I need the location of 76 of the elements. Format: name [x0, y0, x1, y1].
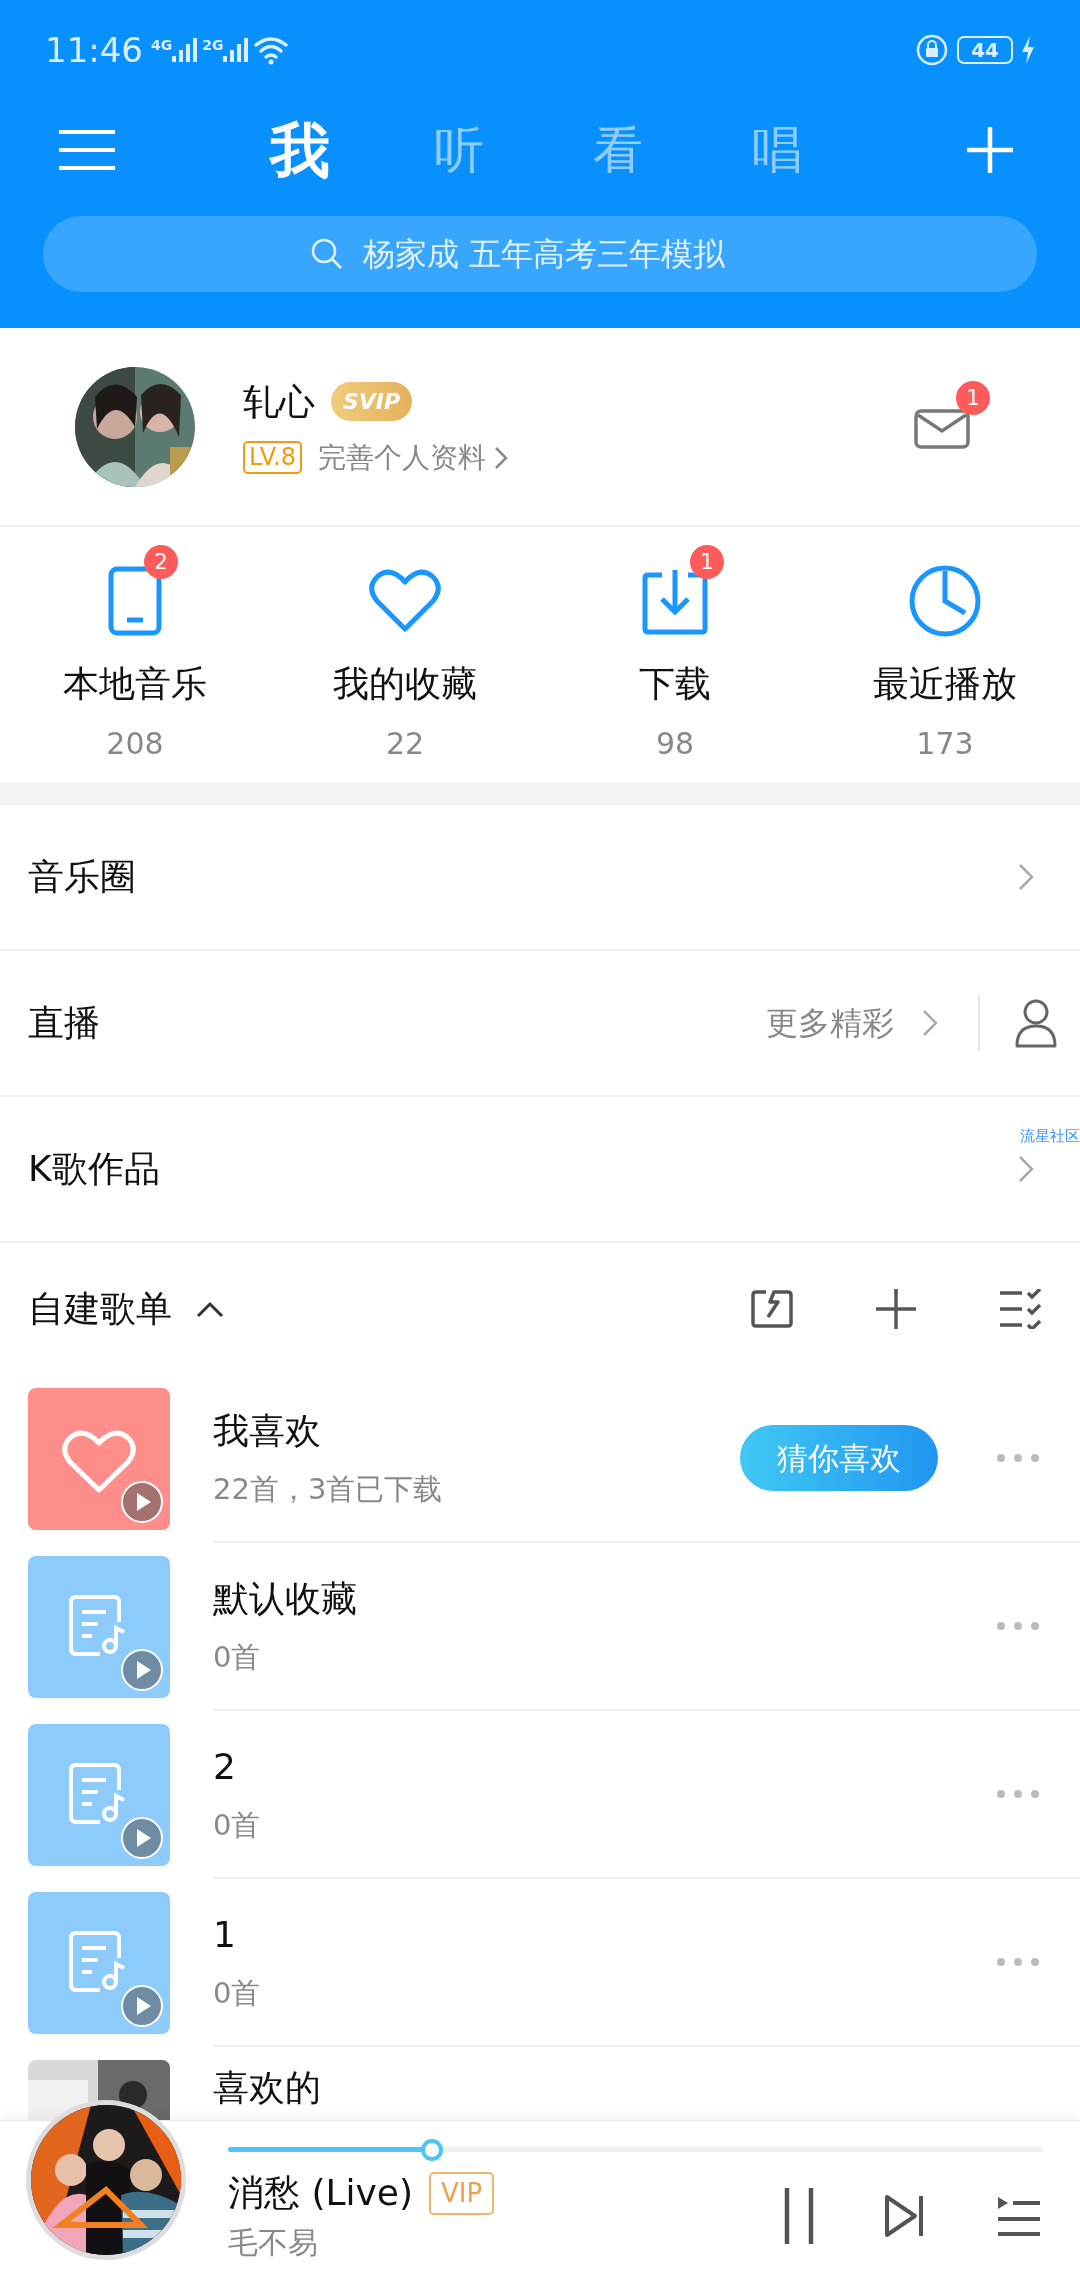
progress-thumb[interactable] [420, 2139, 443, 2161]
menu-row[interactable]: 音乐圈 [0, 805, 1080, 951]
download-icon [642, 567, 708, 635]
user-name: 轧心 [243, 379, 315, 424]
network-type: 4G [151, 38, 173, 52]
chevron-right-icon [1018, 1155, 1034, 1183]
artist-name: 毛不易 [228, 2224, 319, 2262]
caret-icon[interactable] [196, 1300, 224, 1318]
clock-icon [909, 565, 981, 637]
manage-list-icon[interactable] [998, 1289, 1042, 1329]
notification-badge: 1 [956, 380, 990, 415]
next-icon[interactable] [884, 2193, 926, 2238]
shortcut-count: 22 [385, 725, 425, 763]
shortcut-label: 最近播放 [873, 662, 1017, 706]
more-link[interactable]: 更多精彩 [766, 999, 894, 1047]
network-type: 2G [202, 38, 224, 52]
import-icon[interactable] [750, 1289, 794, 1329]
battery-level: 44 [957, 36, 1013, 64]
signal-icon [223, 38, 250, 62]
playlist-subtitle: 0首 [213, 1807, 261, 1845]
status-time: 11:46 [45, 28, 143, 72]
svip-badge: SVIP [331, 382, 413, 421]
play-icon[interactable] [120, 1816, 164, 1860]
search-icon [310, 237, 344, 271]
play-icon[interactable] [120, 1480, 164, 1524]
music-note-icon [68, 1762, 128, 1826]
music-note-icon [68, 1594, 128, 1658]
pause-icon[interactable] [784, 2185, 814, 2246]
rotation-lock-icon [915, 33, 950, 67]
playlist-icon[interactable] [996, 2194, 1040, 2237]
shortcut-count: 173 [916, 725, 974, 763]
shortcut-tile[interactable]: 我的收藏 22 [270, 527, 540, 783]
chevron-right-icon [922, 1009, 938, 1037]
playlist-title: 喜欢的 [213, 2066, 321, 2110]
row-label: 直播 [28, 1001, 100, 1045]
person-icon[interactable] [1014, 998, 1058, 1048]
music-note-icon [68, 1930, 128, 1994]
shortcut-label: 下载 [639, 662, 711, 706]
notification-badge: 1 [690, 545, 724, 579]
playlist-title: 2 [213, 1745, 237, 1790]
edit-profile-link[interactable]: 完善个人资料 [317, 436, 508, 479]
community-tag: 流星社区 [1020, 1125, 1080, 1148]
vip-badge: VIP [429, 2171, 495, 2215]
playlist-subtitle: 22首，3首已下载 [213, 1471, 443, 1509]
heart-icon [61, 1430, 137, 1494]
shortcut-tile[interactable]: 1 下载 98 [540, 527, 810, 783]
wifi-icon [253, 35, 290, 65]
chevron-right-icon [493, 445, 508, 470]
add-icon[interactable] [874, 1287, 918, 1331]
menu-row[interactable]: K歌作品 流星社区 [0, 1097, 1080, 1243]
play-icon[interactable] [120, 1648, 164, 1692]
heart-icon [368, 569, 442, 633]
playlist-subtitle: 0首 [213, 1639, 262, 1677]
level-badge: LV.8 [243, 441, 302, 474]
menu-row[interactable]: 直播 更多精彩 [0, 951, 1080, 1097]
song-title: 消愁 (Live) [228, 2171, 414, 2215]
section-title: 自建歌单 [28, 1287, 172, 1331]
shortcut-tile[interactable]: 2 本地音乐 208 [0, 527, 270, 783]
playlist-subtitle: 0首 [213, 1975, 261, 2013]
row-label: K歌作品 [28, 1147, 160, 1191]
playlist-title: 默认收藏 [213, 1577, 357, 1622]
add-icon[interactable] [965, 125, 1015, 175]
shortcut-label: 我的收藏 [333, 662, 477, 706]
charging-icon [1021, 36, 1035, 64]
chevron-right-icon [1018, 863, 1034, 891]
playlist-title: 我喜欢 [213, 1409, 322, 1454]
playlist-title: 1 [213, 1913, 237, 1958]
menu-icon[interactable] [57, 128, 117, 172]
shortcut-count: 98 [655, 725, 695, 763]
shortcut-count: 208 [106, 725, 164, 763]
shortcut-label: 本地音乐 [63, 662, 207, 706]
row-label: 音乐圈 [28, 855, 136, 899]
signal-icon [172, 38, 199, 62]
shortcut-tile[interactable]: 最近播放 173 [810, 527, 1080, 783]
play-icon[interactable] [120, 1984, 164, 2028]
notification-badge: 2 [144, 545, 178, 579]
